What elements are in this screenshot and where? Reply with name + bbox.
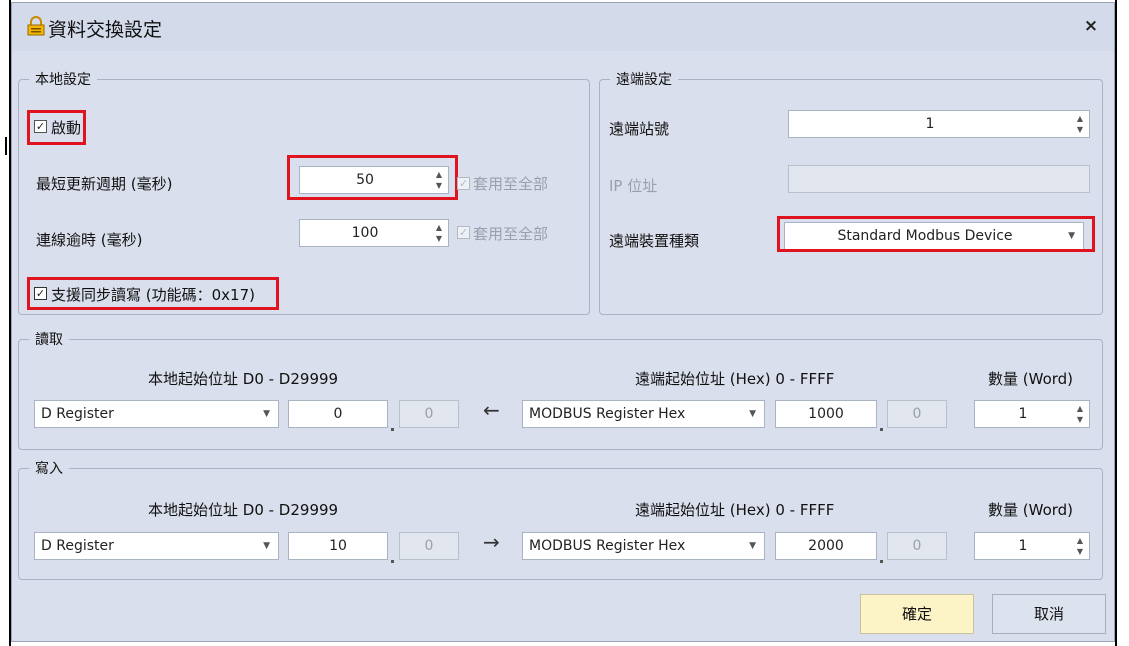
- data-exchange-dialog: 資料交換設定 × 本地設定 ✓ 啟動 最短更新週期 (毫秒) 50 ▲ ▼ ✓ 套…: [11, 2, 1115, 642]
- write-count-input[interactable]: 1 ▲ ▼: [974, 532, 1090, 560]
- apply-all-label-cycle: 套用至全部: [473, 175, 549, 193]
- spin-arrows-icon[interactable]: ▲ ▼: [432, 222, 446, 244]
- read-remote-type-value: MODBUS Register Hex: [529, 406, 686, 422]
- write-count-value: 1: [1018, 538, 1028, 554]
- write-local-bit-value: 0: [424, 538, 434, 554]
- update-cycle-highlight: [287, 155, 458, 200]
- arrow-left-icon: ←: [483, 398, 500, 422]
- write-local-bit-input[interactable]: 0: [399, 532, 459, 560]
- write-legend: 寫入: [35, 461, 63, 477]
- read-local-type-value: D Register: [41, 406, 114, 422]
- write-local-addr-value: 10: [329, 538, 347, 554]
- lock-icon: [27, 16, 45, 36]
- sync-rw-highlight: [27, 277, 279, 310]
- write-local-separator: [391, 560, 394, 563]
- read-local-separator: [391, 428, 394, 431]
- read-local-addr-input[interactable]: 0: [288, 400, 388, 428]
- read-count-value: 1: [1018, 406, 1028, 422]
- write-remote-type-select[interactable]: MODBUS Register Hex ▼: [522, 532, 765, 560]
- apply-all-label-timeout: 套用至全部: [473, 225, 549, 243]
- write-remote-addr-input[interactable]: 2000: [775, 532, 877, 560]
- write-local-type-value: D Register: [41, 538, 114, 554]
- ok-button[interactable]: 確定: [860, 594, 974, 634]
- update-cycle-label: 最短更新週期 (毫秒): [36, 175, 173, 193]
- write-local-header: 本地起始位址 D0 - D29999: [148, 501, 339, 519]
- read-legend: 讀取: [35, 332, 63, 348]
- write-remote-addr-value: 2000: [808, 538, 844, 554]
- chevron-down-icon: ▼: [749, 409, 756, 419]
- write-count-header: 數量 (Word): [988, 501, 1074, 519]
- write-remote-bit-input[interactable]: 0: [887, 532, 947, 560]
- title-bar[interactable]: 資料交換設定 ×: [12, 3, 1114, 51]
- read-remote-type-select[interactable]: MODBUS Register Hex ▼: [522, 400, 765, 428]
- station-value: 1: [925, 116, 935, 132]
- apply-all-checkbox-timeout[interactable]: ✓: [457, 226, 470, 239]
- local-settings-legend: 本地設定: [35, 72, 91, 88]
- write-remote-header: 遠端起始位址 (Hex) 0 - FFFF: [635, 501, 835, 519]
- arrow-right-icon: →: [483, 530, 500, 554]
- read-local-addr-value: 0: [333, 406, 343, 422]
- read-remote-addr-value: 1000: [808, 406, 844, 422]
- timeout-input[interactable]: 100 ▲ ▼: [299, 219, 449, 247]
- ip-input[interactable]: [788, 165, 1090, 193]
- read-group: 讀取: [18, 329, 1103, 450]
- read-count-header: 數量 (Word): [988, 370, 1074, 388]
- read-remote-addr-input[interactable]: 1000: [775, 400, 877, 428]
- remote-settings-legend: 遠端設定: [616, 72, 672, 88]
- device-type-label: 遠端裝置種類: [609, 232, 700, 250]
- cancel-button[interactable]: 取消: [992, 594, 1106, 634]
- station-label: 遠端站號: [609, 120, 670, 138]
- ip-label: IP 位址: [609, 177, 658, 195]
- write-remote-separator: [880, 560, 883, 563]
- read-local-type-select[interactable]: D Register ▼: [34, 400, 279, 428]
- write-local-type-select[interactable]: D Register ▼: [34, 532, 279, 560]
- window-title: 資料交換設定: [48, 19, 163, 41]
- screen-edge-right: [1115, 0, 1117, 646]
- read-local-bit-input[interactable]: 0: [399, 400, 459, 428]
- close-button[interactable]: ×: [1080, 15, 1102, 37]
- read-remote-header: 遠端起始位址 (Hex) 0 - FFFF: [635, 370, 835, 388]
- read-local-header: 本地起始位址 D0 - D29999: [148, 370, 339, 388]
- chevron-down-icon: ▼: [263, 541, 270, 551]
- timeout-label: 連線逾時 (毫秒): [36, 231, 143, 249]
- spin-arrows-icon[interactable]: ▲ ▼: [1073, 113, 1087, 135]
- enable-highlight: [27, 110, 86, 145]
- timeout-value: 100: [351, 225, 379, 241]
- chevron-down-icon: ▼: [749, 541, 756, 551]
- read-local-bit-value: 0: [424, 406, 434, 422]
- read-remote-bit-value: 0: [912, 406, 922, 422]
- read-remote-separator: [880, 428, 883, 431]
- spin-arrows-icon[interactable]: ▲ ▼: [1073, 535, 1087, 557]
- spin-arrows-icon[interactable]: ▲ ▼: [1073, 403, 1087, 425]
- chevron-down-icon: ▼: [263, 409, 270, 419]
- station-input[interactable]: 1 ▲ ▼: [788, 110, 1090, 138]
- apply-all-checkbox-cycle[interactable]: ✓: [457, 177, 470, 190]
- device-type-highlight: [777, 216, 1095, 252]
- read-remote-bit-input[interactable]: 0: [887, 400, 947, 428]
- write-remote-bit-value: 0: [912, 538, 922, 554]
- write-local-addr-input[interactable]: 10: [288, 532, 388, 560]
- read-count-input[interactable]: 1 ▲ ▼: [974, 400, 1090, 428]
- write-remote-type-value: MODBUS Register Hex: [529, 538, 686, 554]
